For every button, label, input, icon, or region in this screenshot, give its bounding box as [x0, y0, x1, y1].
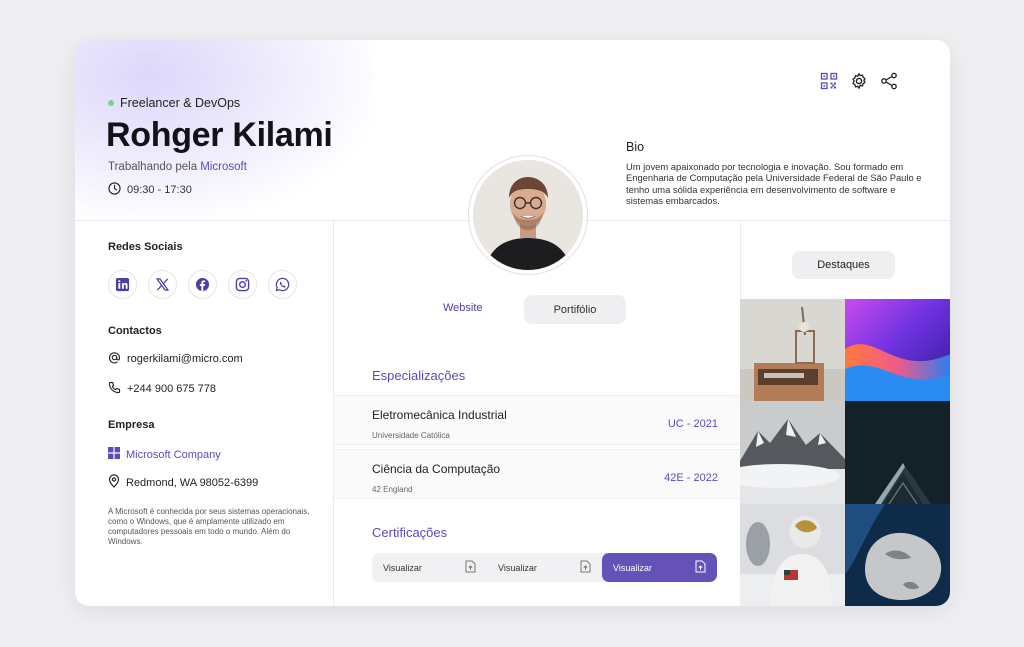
- whatsapp-icon[interactable]: [268, 270, 297, 299]
- specializations-title: Especializações: [372, 368, 466, 383]
- status-dot: [108, 100, 114, 106]
- bio-title: Bio: [626, 140, 645, 154]
- gallery-image-astronaut[interactable]: [740, 504, 845, 606]
- role-line: Freelancer & DevOps: [108, 96, 240, 110]
- specialization-title: Eletromecânica Industrial: [372, 408, 507, 422]
- tab-portfolio[interactable]: Portifólio: [524, 295, 626, 324]
- tab-website[interactable]: Website: [443, 302, 483, 314]
- certifications-bar: Visualizar Visualizar Visualizar: [372, 553, 717, 582]
- specialization-school: 42 England: [372, 485, 413, 494]
- profile-card: Freelancer & DevOps Rohger Kilami Trabal…: [75, 40, 950, 606]
- instagram-icon[interactable]: [228, 270, 257, 299]
- phone-icon: [108, 381, 121, 397]
- clock-icon: [108, 182, 121, 198]
- hours-text: 09:30 - 17:30: [127, 184, 192, 196]
- view-label: Visualizar: [383, 562, 422, 573]
- specialization-item[interactable]: Eletromecânica Industrial Universidade C…: [334, 395, 740, 445]
- role-text: Freelancer & DevOps: [120, 96, 241, 110]
- working-hours: 09:30 - 17:30: [108, 182, 192, 198]
- company-about: A Microsoft é conhecida por seus sistema…: [108, 507, 310, 546]
- company-title: Empresa: [108, 419, 155, 431]
- avatar: [469, 156, 587, 274]
- address-text: Redmond, WA 98052-6399: [126, 476, 259, 489]
- microsoft-icon: [108, 447, 120, 462]
- company-address: Redmond, WA 98052-6399: [108, 474, 258, 491]
- phone-text: +244 900 675 778: [127, 383, 217, 395]
- contact-email[interactable]: rogerkilami@micro.com: [108, 351, 243, 367]
- facebook-icon[interactable]: [188, 270, 217, 299]
- highlights-gallery: [740, 299, 950, 606]
- file-upload-icon: [465, 560, 476, 575]
- company-name: Microsoft Company: [126, 448, 221, 461]
- gear-icon[interactable]: [850, 72, 868, 90]
- profile-name: Rohger Kilami: [106, 116, 333, 154]
- email-text: rogerkilami@micro.com: [127, 353, 243, 365]
- top-toolbar: [820, 72, 898, 90]
- specialization-school: Universidade Católica: [372, 431, 450, 440]
- gallery-image-architecture[interactable]: [845, 401, 950, 504]
- work-prefix: Trabalhando pela: [108, 161, 198, 173]
- social-title: Redes Sociais: [108, 241, 183, 253]
- linkedin-icon[interactable]: [108, 270, 137, 299]
- contacts-title: Contactos: [108, 325, 162, 337]
- contact-phone[interactable]: +244 900 675 778: [108, 381, 216, 397]
- gallery-image-gradient[interactable]: [845, 299, 950, 401]
- view-certificate-button-active[interactable]: Visualizar: [602, 553, 717, 582]
- location-pin-icon: [108, 474, 120, 491]
- company-link[interactable]: Microsoft Company: [108, 447, 221, 462]
- qr-code-icon[interactable]: [820, 72, 838, 90]
- share-icon[interactable]: [880, 72, 898, 90]
- x-icon[interactable]: [148, 270, 177, 299]
- gallery-image-asteroid[interactable]: [845, 504, 950, 606]
- file-upload-icon: [695, 560, 706, 575]
- specialization-code: 42E - 2022: [664, 472, 718, 484]
- certifications-title: Certificações: [372, 525, 448, 540]
- at-icon: [108, 351, 121, 367]
- specialization-code: UC - 2021: [667, 418, 718, 430]
- view-label: Visualizar: [498, 562, 537, 573]
- specialization-title: Ciência da Computação: [372, 462, 501, 476]
- social-links: [108, 270, 297, 299]
- highlights-button[interactable]: Destaques: [792, 251, 895, 279]
- work-company[interactable]: Microsoft: [200, 161, 247, 173]
- work-line: Trabalhando pela Microsoft: [108, 161, 247, 173]
- gallery-image-mountains[interactable]: [740, 401, 845, 504]
- gallery-image-interior[interactable]: [740, 299, 845, 401]
- file-upload-icon: [580, 560, 591, 575]
- bio-text: Um jovem apaixonado por tecnologia e ino…: [626, 161, 922, 206]
- view-label: Visualizar: [613, 562, 652, 573]
- view-certificate-button[interactable]: Visualizar: [487, 553, 602, 582]
- view-certificate-button[interactable]: Visualizar: [372, 553, 487, 582]
- specialization-item[interactable]: Ciência da Computação 42 England 42E - 2…: [334, 449, 740, 499]
